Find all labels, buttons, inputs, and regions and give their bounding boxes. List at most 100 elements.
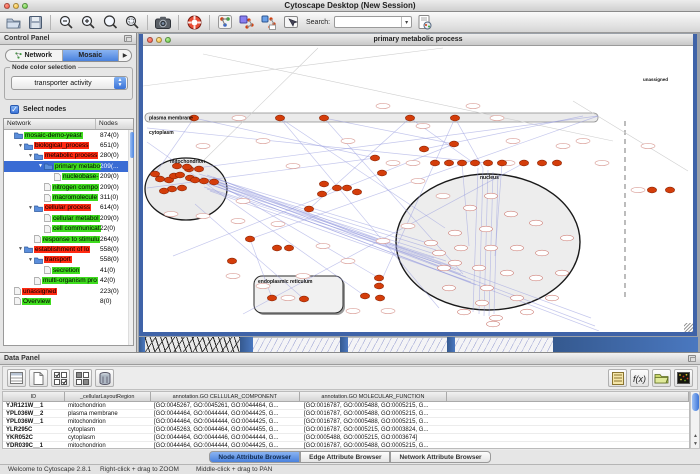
tree-row[interactable]: ▼transport558(0) xyxy=(4,255,133,265)
attribute-table[interactable]: ID_cellularLayoutRegionannotation.GO CEL… xyxy=(2,391,690,449)
expander-icon[interactable]: ▼ xyxy=(27,153,34,159)
select-all-attrs-icon[interactable] xyxy=(51,369,70,387)
resize-grip-icon[interactable] xyxy=(684,323,693,332)
annotation-icon[interactable] xyxy=(260,14,278,31)
snapshot-icon[interactable] xyxy=(154,14,172,31)
tab-node-attribute-browser[interactable]: Node Attribute Browser xyxy=(209,451,300,463)
tree-row[interactable]: ▼primary metabo209(... xyxy=(4,161,133,171)
tab-network[interactable]: Network xyxy=(6,50,63,61)
column-header[interactable] xyxy=(447,392,689,402)
tree-row[interactable]: unassigned223(0) xyxy=(4,286,133,296)
color-attribute-dropdown[interactable]: transporter activity ▲▼ xyxy=(11,76,128,90)
table-row[interactable]: YJR121W__1mitochondrion[GO:0045267, GO:0… xyxy=(3,402,689,410)
tree-row[interactable]: ▼biological_process651(0) xyxy=(4,140,133,150)
table-scrollbar[interactable]: ▲ ▼ xyxy=(690,391,700,449)
select-mode-icon[interactable] xyxy=(282,14,300,31)
node-label-oval xyxy=(376,103,390,108)
tree-row[interactable]: mosaic-demo-yeast874(0) xyxy=(4,130,133,140)
zoom-selected-icon[interactable] xyxy=(101,14,119,31)
attribute-table-header[interactable]: ID_cellularLayoutRegionannotation.GO CEL… xyxy=(3,392,689,402)
node-label-oval xyxy=(506,138,520,143)
data-panel-title: Data Panel xyxy=(4,355,40,362)
tree-row[interactable]: ▼metabolic process280(0) xyxy=(4,151,133,161)
nucleus-node xyxy=(481,285,494,291)
vizmapper-icon[interactable] xyxy=(216,14,234,31)
background-network-window[interactable] xyxy=(253,337,340,352)
column-header[interactable]: _cellularLayoutRegion xyxy=(65,392,151,402)
background-network-window[interactable] xyxy=(145,337,240,352)
table-cell: mitochondrion xyxy=(65,402,151,409)
expander-icon[interactable]: ▼ xyxy=(27,257,34,263)
scroll-up-icon[interactable]: ▲ xyxy=(691,432,700,440)
tab-edge-attribute-browser[interactable]: Edge Attribute Browser xyxy=(300,451,390,463)
table-row[interactable]: YDR039C__1mitochondrion[GO:0044464, GO:0… xyxy=(3,442,689,450)
expander-icon[interactable]: ▼ xyxy=(37,163,44,169)
tree-row[interactable]: secretion41(0) xyxy=(4,265,133,275)
tree-row[interactable]: nitrogen compo209(0) xyxy=(4,182,133,192)
search-input[interactable]: ▾ xyxy=(334,16,412,28)
function-builder-icon[interactable]: f(x) xyxy=(630,369,649,387)
table-row[interactable]: YPL036W__1mitochondrion[GO:0044464, GO:0… xyxy=(3,418,689,426)
table-cell: [GO:0045263, GO:0044464, GO:0044455, G..… xyxy=(151,426,301,433)
background-windows-strip xyxy=(139,337,698,352)
tree-row[interactable]: response to stimulu264(0) xyxy=(4,234,133,244)
edit-network-icon[interactable] xyxy=(238,14,256,31)
tree-row[interactable]: cellular metabol209(0) xyxy=(4,213,133,223)
tree-row[interactable]: ▼cellular process614(0) xyxy=(4,203,133,213)
import-attrs-icon[interactable] xyxy=(652,369,671,387)
column-header[interactable]: annotation.GO MOLECULAR_FUNCTION xyxy=(300,392,447,402)
expander-icon[interactable]: ▼ xyxy=(27,205,34,211)
float-panel-icon[interactable] xyxy=(124,35,132,42)
search-dropdown-icon[interactable]: ▾ xyxy=(401,17,411,27)
tree-row[interactable]: Overview8(0) xyxy=(4,296,133,306)
column-header[interactable]: annotation.GO CELLULAR_COMPONENT xyxy=(151,392,301,402)
label-unassigned: unassigned xyxy=(643,77,668,82)
tree-row-count: 558(0) xyxy=(100,256,119,263)
save-icon[interactable] xyxy=(26,14,44,31)
tab-mosaic[interactable]: Mosaic xyxy=(63,50,120,61)
column-select-icon[interactable] xyxy=(7,369,26,387)
zoom-fit-icon[interactable] xyxy=(123,14,141,31)
tab-overflow-arrow[interactable]: ▶ xyxy=(119,50,131,61)
network-import-icon[interactable] xyxy=(416,14,434,31)
open-folder-icon[interactable] xyxy=(4,14,22,31)
gene-node xyxy=(360,293,369,299)
table-row[interactable]: YPL036W__2plasma membrane[GO:0044464, GO… xyxy=(3,410,689,418)
new-attribute-icon[interactable] xyxy=(29,369,48,387)
expander-icon[interactable]: ▼ xyxy=(17,143,24,149)
expander-icon[interactable]: ▼ xyxy=(17,246,24,252)
attribute-list-icon[interactable] xyxy=(608,369,627,387)
tree-row[interactable]: ▼establishment of lo558(0) xyxy=(4,244,133,254)
tab-network-attribute-browser[interactable]: Network Attribute Browser xyxy=(390,451,490,463)
tree-row-count: 42(0) xyxy=(100,277,115,284)
network-view-titlebar[interactable]: primary metabolic process xyxy=(143,34,693,46)
help-ring-icon[interactable] xyxy=(185,14,203,31)
table-row[interactable]: YLR295Ccytoplasm[GO:0045263, GO:0044464,… xyxy=(3,426,689,434)
edge xyxy=(199,174,431,244)
gene-node xyxy=(319,181,328,187)
background-network-window[interactable] xyxy=(455,337,553,352)
tree-row[interactable]: macromolecule311(0) xyxy=(4,192,133,202)
node-label-oval xyxy=(164,211,178,216)
select-nodes-row: ✓ Select nodes xyxy=(10,105,66,114)
tree-row[interactable]: nucleobase-209(0) xyxy=(4,172,133,182)
scroll-down-icon[interactable]: ▼ xyxy=(691,440,700,448)
matrix-icon[interactable] xyxy=(674,369,693,387)
zoom-out-icon[interactable] xyxy=(57,14,75,31)
background-network-window[interactable] xyxy=(348,337,447,352)
table-row[interactable]: YKR052Ccytoplasm[GO:0044464, GO:0044446,… xyxy=(3,434,689,442)
unselect-all-attrs-icon[interactable] xyxy=(73,369,92,387)
column-header[interactable]: ID xyxy=(3,392,65,402)
delete-attribute-icon[interactable] xyxy=(95,369,114,387)
network-canvas[interactable]: plasma membranecytoplasmmitochondrionnuc… xyxy=(143,46,693,331)
tree-row-label: secretion xyxy=(52,267,80,274)
tree-row[interactable]: cell communicat22(0) xyxy=(4,224,133,234)
tree-row[interactable]: multi-organism pro42(0) xyxy=(4,275,133,285)
zoom-in-icon[interactable] xyxy=(79,14,97,31)
node-label-oval xyxy=(411,178,425,183)
select-nodes-checkbox[interactable]: ✓ xyxy=(10,105,19,114)
float-panel-icon[interactable] xyxy=(688,355,696,362)
tree-scrollbar[interactable] xyxy=(128,130,133,345)
network-graph[interactable]: plasma membranecytoplasmmitochondrionnuc… xyxy=(143,46,693,331)
node-label-oval xyxy=(490,115,504,120)
